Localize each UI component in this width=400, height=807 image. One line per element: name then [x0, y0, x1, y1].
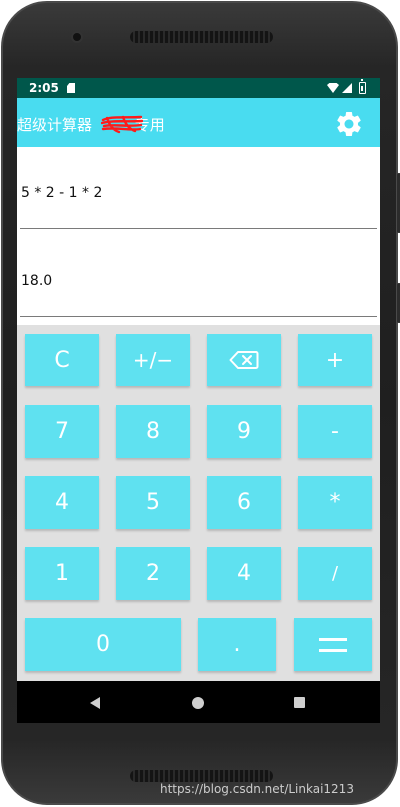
backspace-icon: [229, 351, 259, 369]
watermark: https://blog.csdn.net/Linkai1213: [160, 782, 354, 796]
front-camera: [71, 31, 83, 43]
result-underline: [20, 316, 377, 317]
signal-icon: [342, 83, 352, 93]
gear-icon[interactable]: [334, 109, 364, 139]
digit-0-button[interactable]: 0: [25, 618, 181, 671]
redaction-scribble: [101, 115, 143, 134]
plus-button[interactable]: +: [298, 334, 372, 386]
divide-button[interactable]: /: [298, 547, 372, 600]
top-speaker: [130, 31, 273, 43]
home-icon[interactable]: [192, 697, 204, 709]
digit-2-button[interactable]: 2: [116, 547, 190, 600]
multiply-button[interactable]: *: [298, 476, 372, 529]
sign-toggle-button[interactable]: +/−: [116, 334, 190, 386]
clear-button[interactable]: C: [25, 334, 99, 386]
equals-button[interactable]: [294, 618, 372, 671]
status-bar: 2:05: [17, 78, 380, 98]
digit-1-button[interactable]: 1: [25, 547, 99, 600]
digit-8-button[interactable]: 8: [116, 405, 190, 458]
backspace-button[interactable]: [207, 334, 281, 386]
decimal-point-button[interactable]: .: [198, 618, 276, 671]
navigation-bar: [17, 681, 380, 723]
digit-4-second-button[interactable]: 4: [207, 547, 281, 600]
keypad: C +/− + 7 8 9 - 4 5 6 * 1 2 4 / 0 .: [17, 325, 380, 681]
expression-underline: [20, 228, 377, 229]
expression-field[interactable]: 5 * 2 - 1 * 2: [21, 185, 102, 201]
minus-button[interactable]: -: [298, 405, 372, 458]
status-time: 2:05: [29, 81, 59, 95]
screen: 2:05 超级计算器 专用 5 * 2 - 1 * 2 18.0 C +/− +…: [17, 78, 380, 723]
result-field[interactable]: 18.0: [21, 273, 52, 289]
wifi-icon: [327, 83, 339, 93]
bottom-speaker: [130, 770, 273, 782]
digit-5-button[interactable]: 5: [116, 476, 190, 529]
digit-7-button[interactable]: 7: [25, 405, 99, 458]
calculator-display: 5 * 2 - 1 * 2 18.0: [17, 147, 380, 325]
sd-card-icon: [67, 83, 75, 93]
digit-4-button[interactable]: 4: [25, 476, 99, 529]
app-title-left: 超级计算器: [17, 116, 97, 134]
equals-icon: [319, 637, 347, 652]
back-icon[interactable]: [90, 697, 100, 709]
digit-6-button[interactable]: 6: [207, 476, 281, 529]
recents-icon[interactable]: [294, 697, 305, 708]
digit-9-button[interactable]: 9: [207, 405, 281, 458]
app-bar: 超级计算器 专用: [17, 98, 380, 147]
battery-icon: [359, 79, 366, 94]
